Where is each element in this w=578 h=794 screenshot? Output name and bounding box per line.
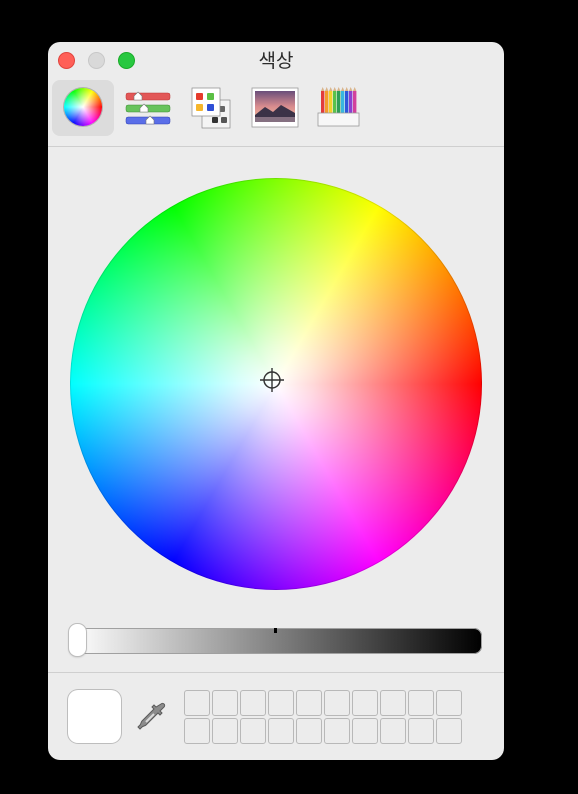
swatch-slot[interactable] <box>184 690 210 716</box>
swatch-slot[interactable] <box>184 718 210 744</box>
crosshair-icon <box>260 368 284 392</box>
palette-icon <box>191 87 231 129</box>
tab-color-palettes[interactable] <box>182 80 244 136</box>
swatch-slot[interactable] <box>268 718 294 744</box>
swatch-slot[interactable] <box>268 690 294 716</box>
title-bar: 색상 <box>48 42 504 80</box>
swatch-slot[interactable] <box>408 690 434 716</box>
toolbar-divider <box>48 146 504 147</box>
slider-midpoint-tick <box>274 628 277 633</box>
swatch-slot[interactable] <box>240 690 266 716</box>
tab-pencils[interactable] <box>308 80 370 136</box>
color-wheel-icon <box>64 88 102 126</box>
bottom-divider <box>48 672 504 673</box>
swatch-slot[interactable] <box>436 718 462 744</box>
swatch-slot[interactable] <box>380 690 406 716</box>
window-title: 색상 <box>258 50 294 72</box>
swatch-slot[interactable] <box>436 690 462 716</box>
pencils-icon <box>317 87 360 127</box>
swatch-slot[interactable] <box>408 718 434 744</box>
swatch-slot[interactable] <box>324 718 350 744</box>
swatch-slot[interactable] <box>380 718 406 744</box>
swatch-slot[interactable] <box>296 718 322 744</box>
brightness-slider[interactable] <box>72 628 482 654</box>
tab-color-wheel[interactable] <box>52 80 114 136</box>
swatch-slot[interactable] <box>324 690 350 716</box>
swatch-slot[interactable] <box>212 718 238 744</box>
tab-color-sliders[interactable] <box>118 80 180 136</box>
current-color-swatch[interactable] <box>68 690 121 743</box>
tab-image-palettes[interactable] <box>244 80 306 136</box>
swatch-slot[interactable] <box>352 690 378 716</box>
swatch-slot[interactable] <box>296 690 322 716</box>
custom-swatches-grid <box>184 690 464 746</box>
sliders-icon <box>125 91 171 125</box>
image-icon <box>251 87 299 128</box>
swatch-slot[interactable] <box>212 690 238 716</box>
colors-window: 색상 <box>48 42 504 760</box>
brightness-slider-knob[interactable] <box>69 624 86 656</box>
color-wheel[interactable] <box>70 178 482 590</box>
swatch-slot[interactable] <box>352 718 378 744</box>
picker-mode-toolbar <box>48 80 504 146</box>
swatch-slot[interactable] <box>240 718 266 744</box>
eyedropper-icon[interactable] <box>134 700 170 736</box>
